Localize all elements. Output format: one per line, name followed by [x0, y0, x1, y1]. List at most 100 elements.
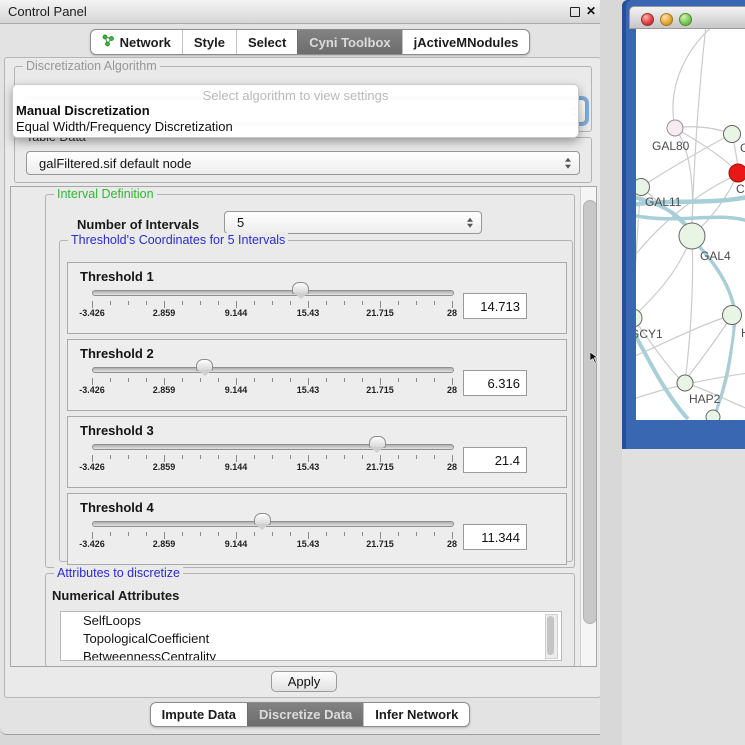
numerical-attributes-list[interactable]: SelfLoopsTopologicalCoefficientBetweenne…	[60, 611, 562, 661]
network-edge	[636, 236, 692, 318]
tick-label: -3.426	[79, 539, 105, 549]
tab-infer-network[interactable]: Infer Network	[363, 703, 469, 726]
table-data-combobox[interactable]: galFiltered.sif default node	[26, 151, 580, 175]
slider-track[interactable]	[92, 290, 454, 296]
tick-label: 9.144	[225, 462, 248, 472]
zoom-traffic-light-icon[interactable]	[679, 13, 692, 26]
control-panel-titlebar[interactable]: Control Panel ✕	[0, 0, 620, 24]
tick-label: 28	[447, 539, 457, 549]
tick-label: 2.859	[153, 539, 176, 549]
tab-select[interactable]: Select	[236, 30, 297, 54]
stepper-icon	[565, 158, 571, 169]
tick-mark	[452, 455, 453, 462]
scrollbar-thumb[interactable]	[583, 200, 597, 624]
network-node-h[interactable]	[723, 306, 742, 325]
threshold-title: Threshold 2	[80, 346, 154, 361]
vertical-scrollbar[interactable]	[580, 187, 597, 666]
tab-label: Infer Network	[375, 707, 458, 722]
close-icon[interactable]: ✕	[586, 4, 596, 18]
threshold-panel-list: Threshold 1-3.4262.8599.14415.4321.71528…	[60, 262, 574, 570]
tick-label: 21.715	[366, 385, 394, 395]
network-node-gal80[interactable]	[667, 120, 683, 136]
tick-label: -3.426	[79, 385, 105, 395]
top-tab-bar: NetworkStyleSelectCyni Toolbox jActiveMNo…	[0, 29, 620, 55]
threshold-value-field[interactable]: 14.713	[463, 293, 527, 319]
tick-label: 21.715	[366, 462, 394, 472]
network-edge-thick	[636, 329, 688, 419]
network-node-c[interactable]	[729, 164, 745, 182]
network-node[interactable]	[706, 410, 720, 420]
minimize-traffic-light-icon[interactable]	[660, 13, 673, 26]
tab-impute-data[interactable]: Impute Data	[151, 703, 247, 726]
network-node-ga[interactable]	[724, 126, 741, 143]
slider-thumb[interactable]	[254, 513, 271, 525]
tick-mark	[110, 532, 111, 536]
tick-mark	[218, 532, 219, 536]
tick-mark	[254, 301, 255, 305]
number-of-intervals-combobox[interactable]: 5	[224, 211, 482, 234]
threshold-value-field[interactable]: 6.316	[463, 370, 527, 396]
network-window-titlebar[interactable]	[629, 6, 745, 29]
tick-mark	[344, 301, 345, 305]
slider-track[interactable]	[92, 367, 454, 373]
tick-mark	[182, 301, 183, 305]
tick-mark	[380, 532, 381, 539]
tick-mark	[92, 532, 93, 539]
tick-mark	[452, 532, 453, 539]
tick-label: 2.859	[153, 308, 176, 318]
node-label: H	[741, 326, 745, 340]
tick-mark	[164, 301, 165, 308]
tab-network[interactable]: Network	[91, 30, 182, 54]
combo-value: galFiltered.sif default node	[39, 156, 191, 171]
slider-track[interactable]	[92, 521, 454, 527]
tab-discretize-data[interactable]: Discretize Data	[247, 703, 363, 726]
tick-label: 2.859	[153, 385, 176, 395]
group-legend: Interval Definition	[54, 187, 157, 202]
apply-button[interactable]: Apply	[271, 671, 337, 692]
network-node-gal4[interactable]	[679, 223, 705, 249]
tick-mark	[326, 455, 327, 459]
tick-label: 15.43	[297, 385, 320, 395]
float-icon[interactable]	[570, 7, 580, 17]
tick-mark	[200, 455, 201, 459]
slider-track[interactable]	[92, 444, 454, 450]
network-node-gcy1[interactable]	[636, 309, 642, 327]
attribute-item-selfloops[interactable]: SelfLoops	[61, 612, 561, 630]
node-label: GAL4	[700, 249, 731, 263]
tick-label: 15.43	[297, 308, 320, 318]
attribute-item-betweennesscentrality[interactable]: BetweennessCentrality	[61, 648, 561, 661]
tick-mark	[308, 455, 309, 462]
tab-jactivemnodules[interactable]: jActiveMNodules	[402, 30, 530, 54]
group-legend: Threshold's Coordinates for 5 Intervals	[68, 233, 288, 248]
tab-style[interactable]: Style	[182, 30, 236, 54]
stepper-icon	[467, 217, 473, 228]
slider-thumb[interactable]	[369, 436, 386, 448]
list-scrollbar[interactable]	[545, 614, 558, 659]
close-traffic-light-icon[interactable]	[641, 13, 654, 26]
slider-thumb[interactable]	[292, 282, 309, 294]
attributes-group: Attributes to discretize Numerical Attri…	[45, 573, 575, 667]
node-label: C	[736, 182, 745, 196]
threshold-value-field[interactable]: 21.4	[463, 447, 527, 473]
dropdown-item-equal-width-frequency[interactable]: Equal Width/Frequency Discretization	[16, 119, 233, 134]
threshold-value-field[interactable]: 11.344	[463, 524, 527, 550]
interval-definition-group: Interval Definition Number of Intervals …	[45, 194, 575, 568]
tick-mark	[380, 301, 381, 308]
control-panel-window: Control Panel ✕ NetworkStyleSelectCyni T…	[0, 0, 620, 735]
network-canvas[interactable]: GAL80GACGAL11GAL4GCY1HHAP2	[636, 29, 745, 420]
tick-label: 9.144	[225, 385, 248, 395]
panel-title: Control Panel	[8, 4, 87, 19]
tick-mark	[236, 455, 237, 462]
tab-label: jActiveMNodules	[414, 35, 519, 50]
tick-mark	[200, 378, 201, 382]
thresholds-group: Threshold's Coordinates for 5 Intervals …	[59, 240, 573, 562]
tab-cyni-toolbox[interactable]: Cyni Toolbox	[297, 30, 401, 54]
slider-thumb[interactable]	[196, 359, 213, 371]
tick-mark	[398, 301, 399, 305]
network-node-hap2[interactable]	[677, 375, 693, 391]
attribute-item-topologicalcoefficient[interactable]: TopologicalCoefficient	[61, 630, 561, 648]
algorithm-dropdown-popup: Select algorithm to view settings Manual…	[12, 84, 579, 138]
tick-mark	[344, 378, 345, 382]
network-node-gal11[interactable]	[636, 179, 650, 196]
dropdown-item-manual-discretization[interactable]: Manual Discretization	[16, 103, 150, 118]
